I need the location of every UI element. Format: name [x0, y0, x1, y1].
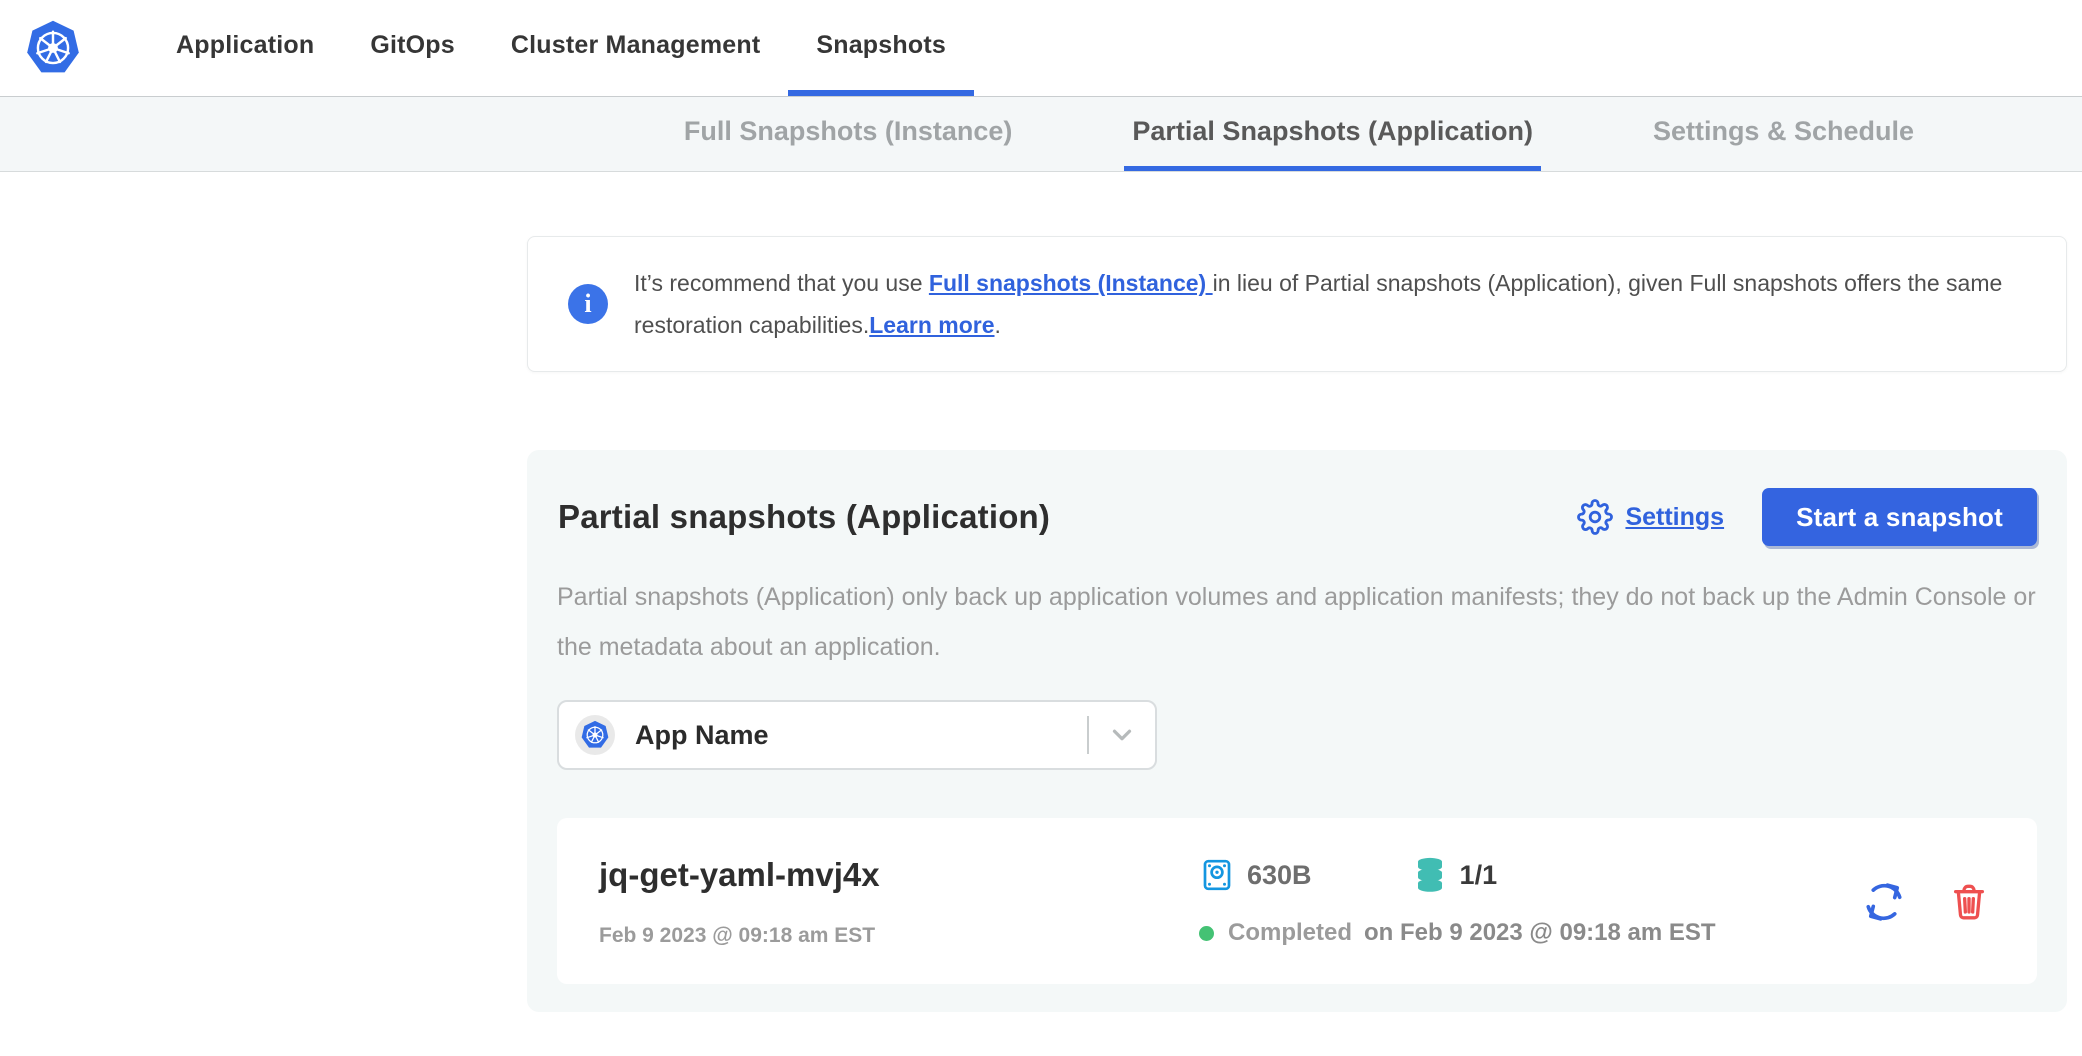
- panel-header-actions: Settings Start a snapshot: [1577, 488, 2037, 546]
- partial-snapshots-panel: Partial snapshots (Application) Settings…: [527, 450, 2067, 1012]
- snapshot-list: jq-get-yaml-mvj4x Feb 9 2023 @ 09:18 am …: [557, 818, 2037, 984]
- disk-volume-icon: [1199, 857, 1235, 893]
- snapshot-details: 630B: [1199, 857, 1861, 947]
- snapshot-status: Completed on Feb 9 2023 @ 09:18 am EST: [1199, 919, 1861, 947]
- snapshot-started-at: Feb 9 2023 @ 09:18 am EST: [599, 924, 1199, 948]
- snapshot-metrics: 630B: [1199, 857, 1861, 893]
- info-banner-text: It’s recommend that you use Full snapsho…: [634, 262, 2026, 346]
- info-banner: i It’s recommend that you use Full snaps…: [527, 236, 2067, 372]
- snapshot-identity: jq-get-yaml-mvj4x Feb 9 2023 @ 09:18 am …: [599, 856, 1199, 948]
- info-circle-icon: i: [568, 284, 608, 324]
- full-snapshots-instance-link[interactable]: Full snapshots (Instance): [929, 270, 1213, 296]
- status-green-dot: [1199, 926, 1214, 941]
- nav-item-cluster-management[interactable]: Cluster Management: [483, 0, 789, 96]
- info-text-1: It’s recommend that you use: [634, 270, 929, 296]
- app-select-value: App Name: [635, 720, 769, 751]
- start-snapshot-button[interactable]: Start a snapshot: [1762, 488, 2037, 546]
- snapshot-actions: [1861, 879, 1995, 925]
- snapshot-volumes-value: 1/1: [1460, 860, 1498, 891]
- status-label: Completed: [1228, 919, 1352, 947]
- panel-description: Partial snapshots (Application) only bac…: [557, 572, 2037, 672]
- tab-partial-snapshots-application[interactable]: Partial Snapshots (Application): [1124, 97, 1541, 171]
- kubernetes-icon: [580, 720, 610, 750]
- snapshot-size: 630B: [1199, 857, 1312, 893]
- nav-item-gitops[interactable]: GitOps: [342, 0, 483, 96]
- top-navigation: Application GitOps Cluster Management Sn…: [0, 0, 2082, 96]
- restore-refresh-icon: [1861, 879, 1907, 925]
- snapshots-tab-bar: Full Snapshots (Instance) Partial Snapsh…: [0, 96, 2082, 172]
- tab-settings-schedule[interactable]: Settings & Schedule: [1645, 97, 1922, 171]
- chevron-down-icon[interactable]: [1107, 720, 1137, 750]
- tab-full-snapshots-instance[interactable]: Full Snapshots (Instance): [676, 97, 1021, 171]
- info-text-3: .: [995, 312, 1001, 338]
- page-content: i It’s recommend that you use Full snaps…: [527, 172, 2067, 1012]
- snapshot-volumes: 1/1: [1412, 857, 1498, 893]
- kubernetes-logo: [0, 0, 82, 96]
- nav-item-snapshots[interactable]: Snapshots: [788, 0, 974, 96]
- primary-nav: Application GitOps Cluster Management Sn…: [148, 0, 974, 96]
- snapshot-row: jq-get-yaml-mvj4x Feb 9 2023 @ 09:18 am …: [557, 818, 2037, 984]
- database-icon: [1412, 857, 1448, 893]
- app-name-select[interactable]: App Name: [557, 700, 1157, 770]
- nav-item-application[interactable]: Application: [148, 0, 342, 96]
- kubernetes-logo-icon: [24, 19, 82, 77]
- gear-icon: [1577, 499, 1613, 535]
- status-finished-at: on Feb 9 2023 @ 09:18 am EST: [1364, 919, 1716, 947]
- snapshot-name[interactable]: jq-get-yaml-mvj4x: [599, 856, 1199, 894]
- select-divider: [1087, 716, 1089, 754]
- restore-snapshot-button[interactable]: [1861, 879, 1907, 925]
- snapshot-size-value: 630B: [1247, 860, 1312, 891]
- trash-icon: [1949, 882, 1989, 922]
- delete-snapshot-button[interactable]: [1949, 882, 1989, 922]
- panel-header: Partial snapshots (Application) Settings…: [557, 488, 2037, 546]
- app-avatar: [575, 715, 615, 755]
- snapshot-settings-link[interactable]: Settings: [1577, 499, 1724, 535]
- learn-more-link[interactable]: Learn more: [869, 312, 994, 338]
- panel-title: Partial snapshots (Application): [558, 498, 1050, 536]
- settings-label: Settings: [1625, 503, 1724, 532]
